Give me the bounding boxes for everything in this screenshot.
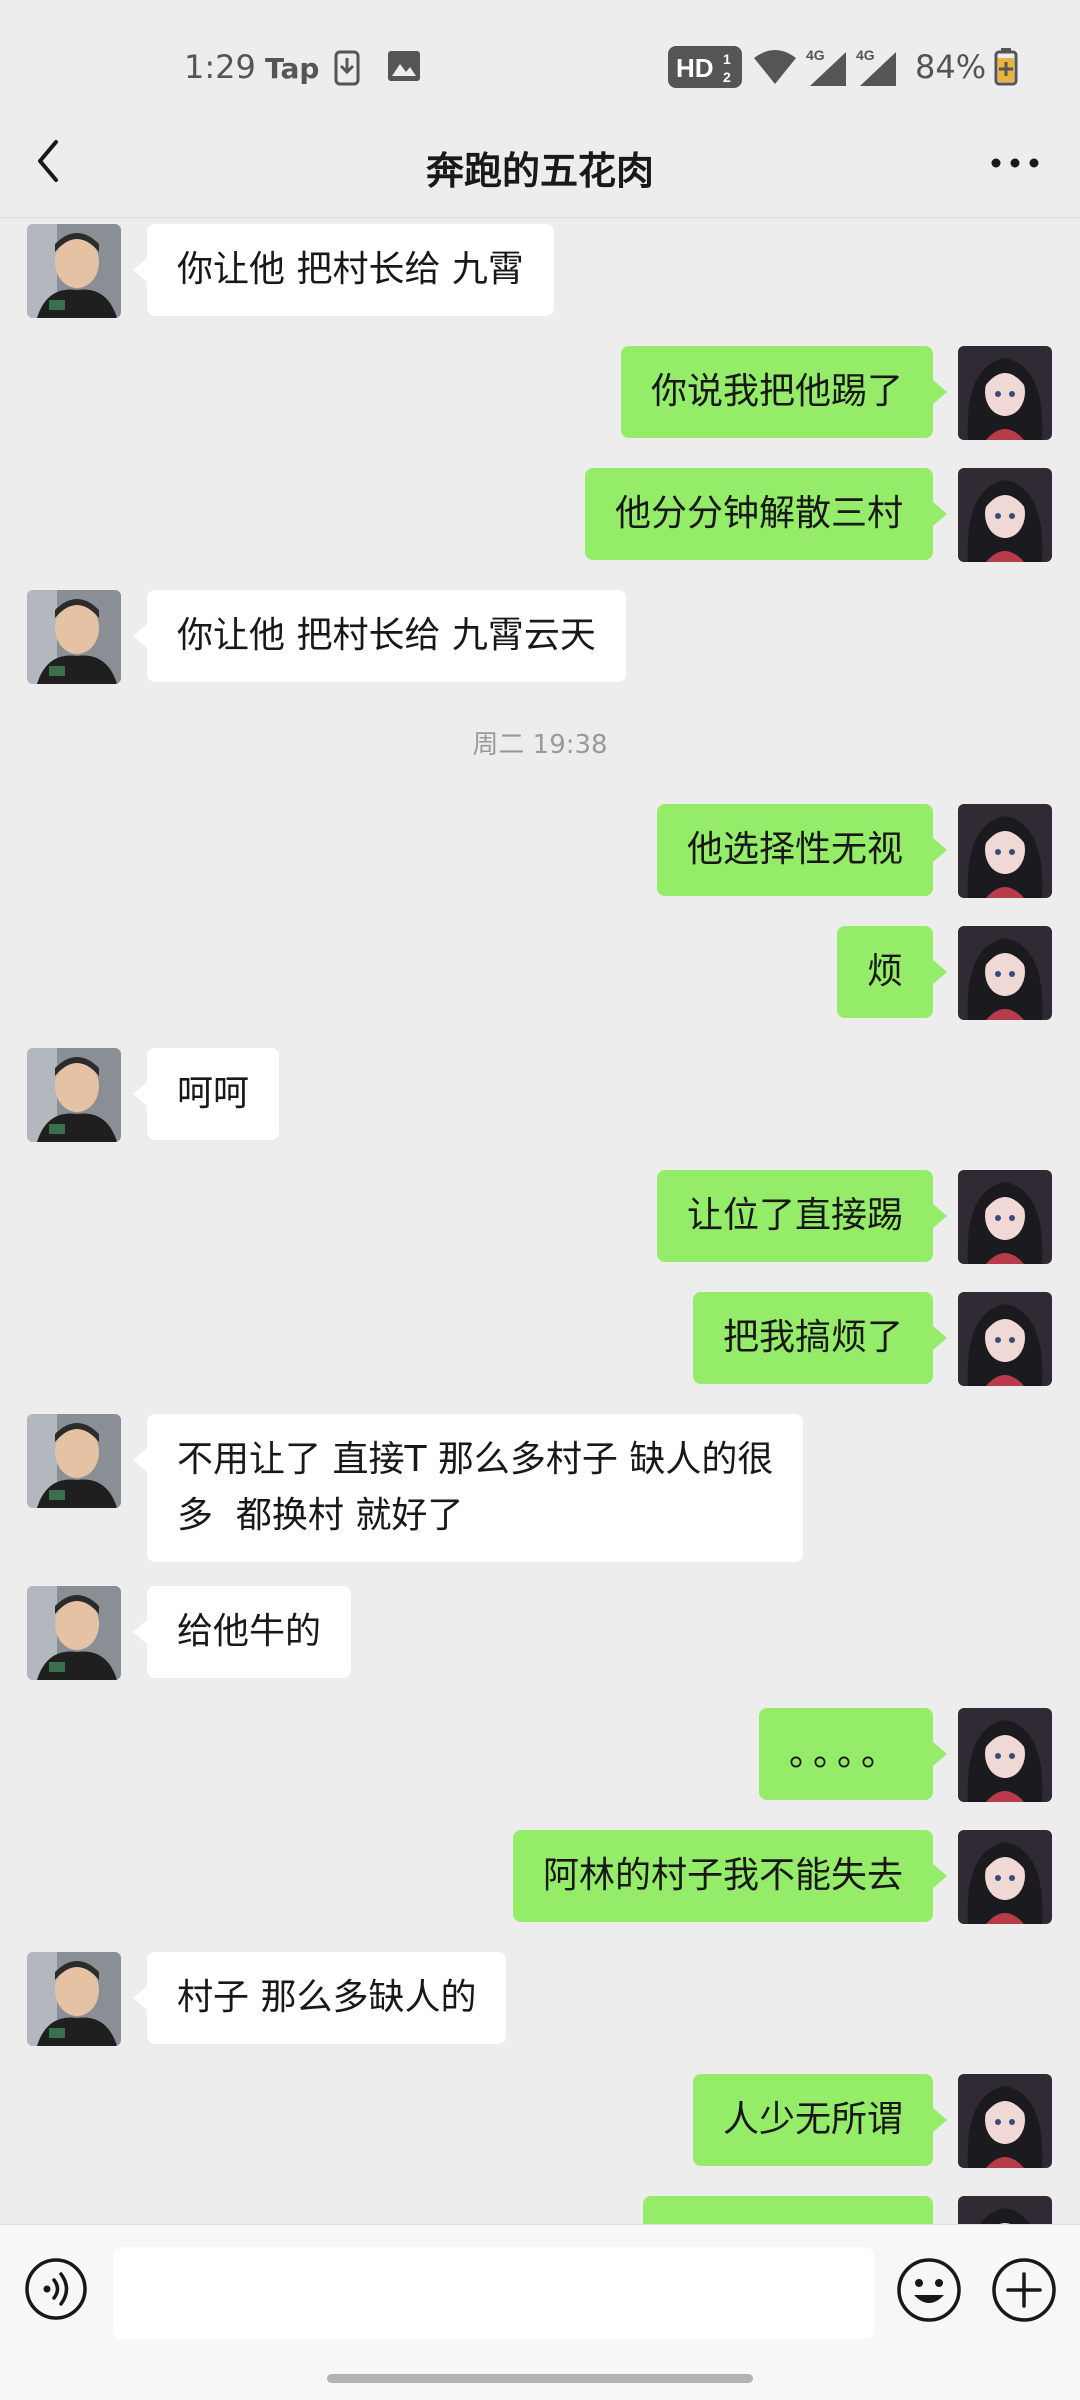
contact-avatar[interactable] [27, 224, 121, 318]
voice-icon[interactable] [24, 2257, 88, 2321]
message-input[interactable] [113, 2247, 874, 2339]
home-indicator[interactable] [327, 2374, 753, 2383]
message-bubble[interactable]: 他分分钟解散三村 [584, 468, 948, 560]
svg-text:4G: 4G [856, 47, 875, 63]
battery-charging-icon [994, 48, 1018, 86]
chat-header: 奔跑的五花肉 [0, 130, 1080, 218]
contact-avatar[interactable] [27, 590, 121, 684]
my-avatar[interactable] [958, 1170, 1052, 1264]
message-bubble[interactable]: 给他牛的 [132, 1586, 352, 1678]
message-bubble[interactable]: 让位了直接踢 [656, 1170, 948, 1262]
my-avatar[interactable] [958, 2196, 1052, 2224]
message-bubble[interactable]: 他选择性无视 [656, 804, 948, 896]
message-bubble[interactable]: 不用让了 直接T 那么多村子 缺人的很 多 都换村 就好了 [132, 1414, 804, 1562]
message-bubble[interactable]: 呵呵 [132, 1048, 280, 1140]
my-avatar[interactable] [958, 2074, 1052, 2168]
contact-avatar[interactable] [27, 1952, 121, 2046]
message-bubble[interactable]: 你说我把他踢了 [620, 346, 948, 438]
message-bubble[interactable]: 村子 那么多缺人的 [132, 1952, 507, 2044]
plus-icon[interactable] [991, 2257, 1057, 2323]
image-icon [388, 51, 420, 81]
my-avatar[interactable] [958, 468, 1052, 562]
my-avatar[interactable] [958, 1830, 1052, 1924]
message-bubble[interactable]: 烦 [836, 926, 948, 1018]
more-dots-icon[interactable] [990, 148, 1040, 178]
my-avatar[interactable] [958, 1708, 1052, 1802]
message-bubble[interactable]: 你让他 把村长给 九霄 [133, 224, 554, 316]
svg-text:1: 1 [723, 51, 731, 67]
chat-title: 奔跑的五花肉 [425, 149, 654, 193]
contact-avatar[interactable] [27, 1048, 121, 1142]
battery-percent: 84% [915, 48, 987, 86]
svg-text:2: 2 [723, 69, 731, 85]
svg-text:HD: HD [676, 53, 714, 83]
my-avatar[interactable] [958, 804, 1052, 898]
my-avatar[interactable] [958, 926, 1052, 1020]
signal-icon-2: 4G [856, 47, 896, 86]
emoji-icon[interactable] [896, 2257, 962, 2323]
message-bubble[interactable]: 把我搞烦了 [692, 1292, 948, 1384]
message-bubble[interactable]: 你让他 把村长给 九霄云天 [133, 590, 626, 682]
message-list[interactable]: 你让他 把村长给 九霄 你说我把他踢了他分分钟解散三村你让他 把村长给 九霄云天周… [0, 219, 1080, 2224]
contact-avatar[interactable] [27, 1414, 121, 1508]
download-icon [334, 50, 360, 86]
my-avatar[interactable] [958, 346, 1052, 440]
message-bubble[interactable]: 阿林的村子我不能失去 [512, 1830, 948, 1922]
message-bubble[interactable]: 。。。。 [758, 1708, 948, 1800]
svg-text:4G: 4G [806, 47, 825, 63]
timestamp-label: 周二 19:38 [472, 730, 608, 760]
status-bar: 1:29 Tap HD 1 2 4G 4G 84% [0, 0, 1080, 130]
hd-icon: HD 1 2 [668, 46, 742, 88]
my-avatar[interactable] [958, 1292, 1052, 1386]
status-app-label: Tap [265, 52, 320, 85]
message-bubble[interactable]: 人少无所谓 [692, 2074, 948, 2166]
signal-icon: 4G [806, 47, 846, 86]
status-time: 1:29 [184, 48, 256, 86]
message-bubble[interactable] [643, 2196, 933, 2224]
wifi-icon [754, 50, 796, 84]
contact-avatar[interactable] [27, 1586, 121, 1680]
